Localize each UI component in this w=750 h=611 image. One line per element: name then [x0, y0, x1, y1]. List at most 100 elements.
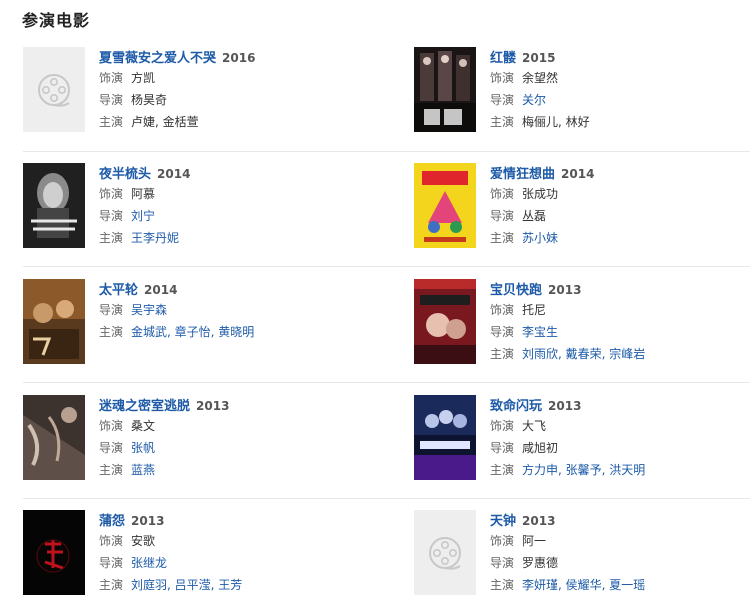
- movie-title-link[interactable]: 迷魂之密室逃脱: [99, 399, 190, 414]
- movie-title-link[interactable]: 宝贝快跑: [490, 283, 542, 298]
- director-label: 导演: [490, 93, 515, 107]
- role-label: 饰演: [490, 419, 515, 433]
- director-link[interactable]: 吴宇森: [131, 303, 167, 317]
- movie-year: 2013: [131, 514, 165, 528]
- movie-card[interactable]: 红髅 2015 饰演 余望然 导演 关尔 主演 梅俪儿, 林好: [414, 47, 749, 147]
- director-link[interactable]: 张继龙: [131, 556, 167, 570]
- director-row: 导演 杨昊奇: [99, 89, 357, 111]
- starring-label: 主演: [490, 578, 515, 592]
- role-value: 大飞: [522, 419, 547, 433]
- director-row: 导演 张帆: [99, 437, 357, 459]
- movie-year: 2013: [196, 399, 230, 413]
- director-value: 丛磊: [522, 209, 547, 223]
- role-row: 饰演 张成功: [490, 183, 748, 205]
- starring-label: 主演: [99, 463, 124, 477]
- movie-card[interactable]: 蒲怨 2013 饰演 安歌 导演 张继龙 主演 刘庭羽, 吕平滢, 王芳: [23, 510, 358, 610]
- role-label: 饰演: [490, 71, 515, 85]
- movie-card[interactable]: 致命闪玩 2013 饰演 大飞 导演 咸旭初 主演 方力申, 张馨予, 洪天明: [414, 395, 749, 495]
- director-link[interactable]: 关尔: [522, 93, 546, 107]
- movie-card[interactable]: 夏雪薇安之爱人不哭 2016 饰演 方凯 导演 杨昊奇 主演 卢婕, 金栝萱: [23, 47, 358, 147]
- director-label: 导演: [99, 556, 124, 570]
- director-label: 导演: [99, 93, 124, 107]
- the-crossing-poster[interactable]: [23, 279, 85, 364]
- role-label: 饰演: [490, 534, 515, 548]
- starring-link[interactable]: 王李丹妮: [131, 231, 179, 245]
- director-row: 导演 咸旭初: [490, 437, 748, 459]
- movie-card[interactable]: 天钟 2013 饰演 阿一 导演 罗惠德 主演 李妍瑾, 侯耀华, 夏一瑶: [414, 510, 749, 610]
- movie-title-link[interactable]: 致命闪玩: [490, 399, 542, 414]
- role-value: 余望然: [522, 71, 559, 85]
- starring-link[interactable]: 蓝燕: [131, 463, 155, 477]
- movie-card[interactable]: 宝贝快跑 2013 饰演 托尼 导演 李宝生 主演 刘雨欣, 戴春荣, 宗峰岩: [414, 279, 749, 379]
- film-reel-icon[interactable]: [414, 510, 476, 595]
- starring-label: 主演: [99, 231, 124, 245]
- movie-card[interactable]: 夜半梳头 2014 饰演 阿慕 导演 刘宁 主演 王李丹妮: [23, 163, 358, 263]
- grudge-poster[interactable]: [23, 510, 85, 595]
- starring-row: 主演 刘雨欣, 戴春荣, 宗峰岩: [490, 343, 748, 365]
- movie-title-link[interactable]: 红髅: [490, 51, 516, 66]
- movie-title-link[interactable]: 太平轮: [99, 283, 138, 298]
- starring-row: 主演 卢婕, 金栝萱: [99, 111, 357, 133]
- starring-row: 主演 蓝燕: [99, 459, 357, 481]
- starring-value: 梅俪儿, 林好: [522, 115, 590, 129]
- director-row: 导演 吴宇森: [99, 299, 357, 321]
- starring-row: 主演 王李丹妮: [99, 227, 357, 249]
- movie-card[interactable]: 太平轮 2014 导演 吴宇森 主演 金城武, 章子怡, 黄晓明: [23, 279, 358, 379]
- role-value: 张成功: [522, 187, 559, 201]
- director-link[interactable]: 刘宁: [131, 209, 155, 223]
- role-value: 方凯: [131, 71, 156, 85]
- movie-title-link[interactable]: 蒲怨: [99, 514, 125, 529]
- role-row: 饰演 桑文: [99, 415, 357, 437]
- role-row: 饰演 余望然: [490, 67, 748, 89]
- movie-title-link[interactable]: 夏雪薇安之爱人不哭: [99, 51, 216, 66]
- starring-link[interactable]: 苏小妹: [522, 231, 558, 245]
- deadly-game-poster[interactable]: [414, 395, 476, 480]
- starring-link[interactable]: 方力申, 张馨予, 洪天明: [522, 463, 645, 477]
- director-label: 导演: [99, 303, 124, 317]
- red-skull-poster[interactable]: [414, 47, 476, 132]
- director-value: 罗惠德: [522, 556, 559, 570]
- role-value: 桑文: [131, 419, 156, 433]
- starring-link[interactable]: 金城武, 章子怡, 黄晓明: [131, 325, 254, 339]
- starring-label: 主演: [490, 463, 515, 477]
- role-label: 饰演: [490, 303, 515, 317]
- director-link[interactable]: 张帆: [131, 441, 155, 455]
- director-label: 导演: [490, 209, 515, 223]
- director-row: 导演 张继龙: [99, 552, 357, 574]
- movie-year: 2014: [561, 167, 595, 181]
- role-value: 安歌: [131, 534, 156, 548]
- starring-link[interactable]: 刘庭羽, 吕平滢, 王芳: [131, 578, 242, 592]
- director-value: 咸旭初: [522, 441, 559, 455]
- director-value: 杨昊奇: [131, 93, 168, 107]
- movie-year: 2014: [144, 283, 178, 297]
- starring-label: 主演: [490, 231, 515, 245]
- director-row: 导演 关尔: [490, 89, 748, 111]
- movie-year: 2015: [522, 51, 556, 65]
- role-value: 阿一: [522, 534, 547, 548]
- role-row: 饰演 方凯: [99, 67, 357, 89]
- film-reel-icon[interactable]: [23, 47, 85, 132]
- movie-card[interactable]: 迷魂之密室逃脱 2013 饰演 桑文 导演 张帆 主演 蓝燕: [23, 395, 358, 495]
- role-row: 饰演 安歌: [99, 530, 357, 552]
- love-rhapsody-poster[interactable]: [414, 163, 476, 248]
- movie-year: 2013: [548, 283, 582, 297]
- movie-title-link[interactable]: 夜半梳头: [99, 167, 151, 182]
- starring-row: 主演 苏小妹: [490, 227, 748, 249]
- midnight-comb-poster[interactable]: [23, 163, 85, 248]
- movie-title-link[interactable]: 天钟: [490, 514, 516, 529]
- escape-room-poster[interactable]: [23, 395, 85, 480]
- movie-title-link[interactable]: 爱情狂想曲: [490, 167, 555, 182]
- starring-link[interactable]: 李妍瑾, 侯耀华, 夏一瑶: [522, 578, 645, 592]
- row-divider: [23, 382, 750, 383]
- director-row: 导演 丛磊: [490, 205, 748, 227]
- baby-run-poster[interactable]: [414, 279, 476, 364]
- role-value: 阿慕: [131, 187, 156, 201]
- movie-card[interactable]: 爱情狂想曲 2014 饰演 张成功 导演 丛磊 主演 苏小妹: [414, 163, 749, 263]
- director-label: 导演: [490, 556, 515, 570]
- starring-label: 主演: [490, 347, 515, 361]
- starring-label: 主演: [99, 325, 124, 339]
- director-row: 导演 刘宁: [99, 205, 357, 227]
- starring-row: 主演 刘庭羽, 吕平滢, 王芳: [99, 574, 357, 596]
- starring-link[interactable]: 刘雨欣, 戴春荣, 宗峰岩: [522, 347, 645, 361]
- director-link[interactable]: 李宝生: [522, 325, 558, 339]
